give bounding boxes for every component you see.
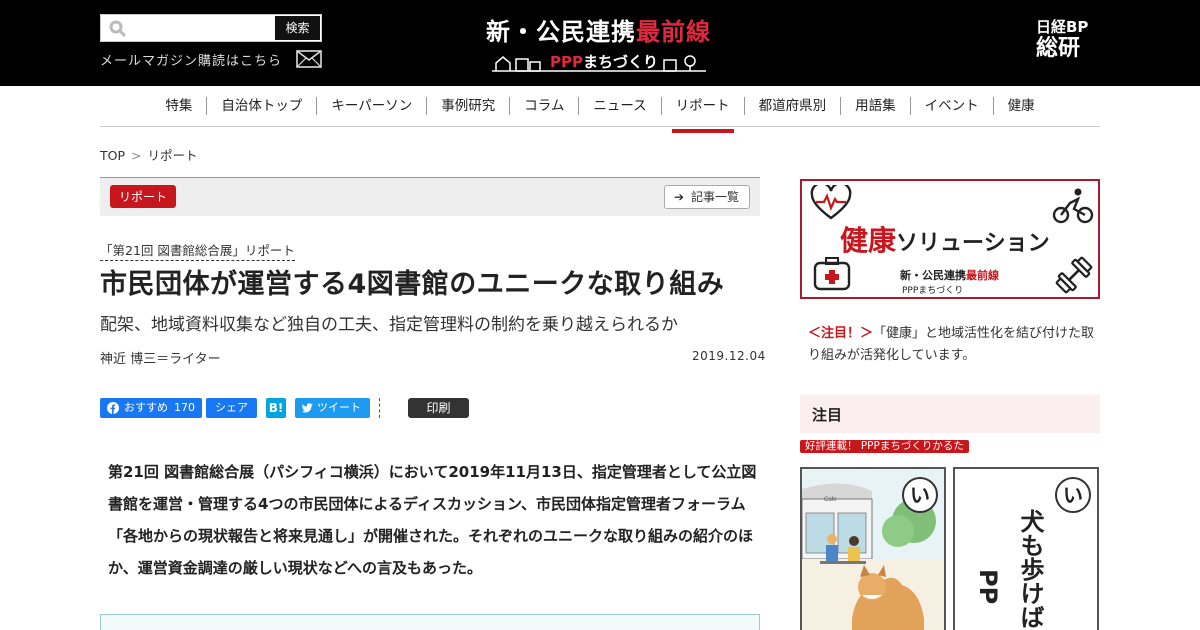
dumbbell-icon (1055, 256, 1093, 294)
facebook-share-button[interactable]: シェア (206, 398, 257, 418)
series-link[interactable]: 「第21回 図書館総合展」リポート (100, 240, 295, 261)
search-button[interactable]: 検索 (275, 16, 320, 40)
publisher-logo[interactable]: 日経BP 総研 (1036, 18, 1088, 62)
facebook-like-button[interactable]: おすすめ 170 (100, 398, 202, 418)
nav-item-events[interactable]: イベント (911, 97, 994, 115)
twitter-bird-icon (301, 403, 313, 413)
article-title: 市民団体が運営する4図書館のユニークな取り組み (100, 269, 725, 300)
breadcrumb: TOP > リポート (100, 145, 198, 164)
nav-item-column[interactable]: コラム (510, 97, 580, 115)
nav-item-feature[interactable]: 特集 (151, 97, 208, 115)
nav-item-case-study[interactable]: 事例研究 (427, 97, 511, 115)
banner-logo: 新・公民連携最前線 (900, 269, 999, 282)
info-box (100, 614, 760, 630)
print-button[interactable]: 印刷 (408, 398, 469, 418)
breadcrumb-home[interactable]: TOP (100, 148, 125, 163)
first-aid-kit-icon (813, 257, 851, 291)
svg-text:Cafe: Cafe (824, 497, 837, 503)
nav-item-municipal-leaders[interactable]: 自治体トップ (207, 97, 318, 115)
arrow-right-icon: ➔ (674, 190, 685, 204)
karuta-picture-card[interactable]: Cafe い (800, 467, 946, 630)
nav-item-glossary[interactable]: 用語集 (841, 97, 911, 115)
article-date: 2019.12.04 (692, 349, 766, 363)
article-lead: 第21回 図書館総合展（パシフィコ横浜）において2019年11月13日、指定管理… (108, 463, 757, 577)
karuta-verse-sub: PP (974, 569, 1002, 605)
article-author: 神近 博三＝ライター (100, 352, 221, 367)
hatena-bookmark-button[interactable]: B! (266, 398, 286, 418)
health-solution-banner[interactable]: 健康ソリューション 新・公民連携最前線 PPPまちづくり (800, 179, 1100, 299)
category-badge[interactable]: リポート (110, 185, 177, 208)
article-list-button[interactable]: ➔ 記事一覧 (664, 185, 750, 209)
mail-icon[interactable] (296, 50, 322, 68)
logo-subtitle: PPPまちづくり (486, 50, 712, 72)
search-box: 検索 (100, 14, 322, 42)
heart-pulse-icon (810, 185, 852, 220)
karuta-verse: 犬も歩けば (1016, 509, 1044, 629)
global-nav: 特集 自治体トップ キーパーソン 事例研究 コラム ニュース リポート 都道府県… (100, 86, 1100, 133)
article-subtitle: 配架、地域資料収集など独自の工夫、指定管理料の制約を乗り越えられるか (100, 315, 678, 335)
breadcrumb-separator: > (131, 148, 142, 163)
breadcrumb-current[interactable]: リポート (148, 148, 198, 163)
cyclist-icon (1052, 188, 1094, 224)
nav-item-report[interactable]: リポート (662, 97, 745, 133)
site-header: 検索 メールマガジン購読はこちら 新・公民連携最前線 PPPまちづくり 日経BP (0, 0, 1200, 86)
site-logo[interactable]: 新・公民連携最前線 PPPまちづくり (486, 12, 716, 74)
tweet-button[interactable]: ツイート (295, 398, 370, 418)
nav-item-prefectures[interactable]: 都道府県別 (745, 97, 842, 115)
logo-title: 新・公民連携最前線 (486, 18, 711, 46)
banner-logo-sub: PPPまちづくり (902, 286, 964, 296)
karuta-kana-badge: い (902, 477, 938, 513)
attention-tag[interactable]: 好評連載！ PPPまちづくりかるた (800, 440, 969, 453)
attention-heading: 注目 (800, 395, 1100, 433)
health-notice[interactable]: ＜注目！＞「健康」と地域活性化を結び付けた取り組みが活発化しています。 (808, 323, 1098, 367)
karuta-kana-badge: い (1055, 477, 1091, 513)
search-input[interactable] (131, 17, 271, 39)
nav-item-news[interactable]: ニュース (579, 97, 662, 115)
nav-item-keyperson[interactable]: キーパーソン (317, 97, 428, 115)
banner-headline: 健康ソリューション (840, 224, 1050, 257)
facebook-like-count: 170 (174, 401, 195, 414)
category-bar: リポート ➔ 記事一覧 (100, 177, 760, 216)
search-icon (109, 20, 127, 38)
nav-item-health[interactable]: 健康 (994, 97, 1049, 115)
social-divider (379, 398, 380, 418)
karuta-text-card[interactable]: い 犬も歩けば PP (953, 467, 1099, 630)
mailmag-link[interactable]: メールマガジン購読はこちら (100, 50, 282, 69)
facebook-icon (107, 402, 119, 414)
